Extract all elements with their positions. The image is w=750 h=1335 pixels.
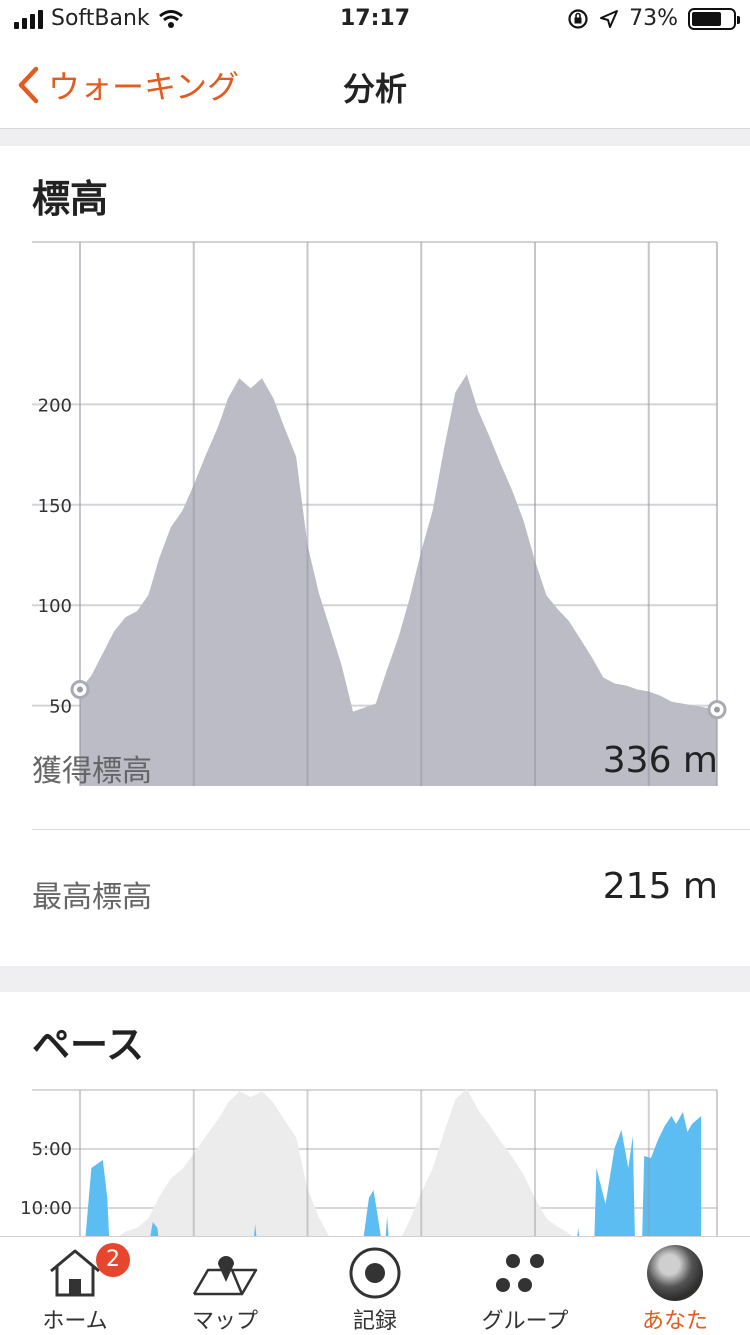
- endpoint-dot: [77, 686, 83, 693]
- max-elevation-value: 215 m: [602, 866, 718, 907]
- pace-area: [641, 1112, 702, 1248]
- pace-card: ペース 5:00 10:00: [0, 992, 750, 1252]
- y-tick-label: 200: [38, 395, 72, 416]
- tab-map[interactable]: マップ: [150, 1237, 300, 1335]
- record-icon: [349, 1247, 401, 1299]
- tab-you[interactable]: あなた: [600, 1237, 750, 1335]
- group-icon: [496, 1254, 544, 1292]
- status-bar: SoftBank 17:17 73%: [0, 0, 750, 44]
- status-right: 73%: [567, 6, 740, 31]
- max-elevation-label: 最高標高: [32, 880, 152, 915]
- pace-area: [84, 1160, 110, 1248]
- tab-map-label: マップ: [191, 1309, 258, 1334]
- elevation-title: 標高: [32, 177, 109, 221]
- location-arrow-icon: [600, 9, 619, 28]
- tab-group[interactable]: グループ: [450, 1237, 600, 1335]
- battery-icon: [688, 7, 740, 30]
- tab-record[interactable]: 記録: [300, 1237, 450, 1335]
- max-elevation-row: 最高標高 215 m: [32, 830, 750, 958]
- tab-group-label: グループ: [481, 1309, 569, 1334]
- battery-percent: 73%: [629, 6, 678, 31]
- y-tick-label: 10:00: [20, 1198, 72, 1219]
- elevation-gain-row: 獲得標高 336 m: [32, 704, 750, 832]
- tab-record-label: 記録: [352, 1309, 397, 1334]
- page-title: 分析: [342, 70, 407, 108]
- tab-home-label: ホーム: [42, 1309, 108, 1334]
- elevation-gain-label: 獲得標高: [32, 754, 152, 789]
- tab-you-label: あなた: [641, 1309, 708, 1334]
- pace-chart: 5:00 10:00: [20, 1088, 718, 1248]
- map-icon: [192, 1256, 258, 1296]
- home-icon: [50, 1249, 100, 1297]
- notification-badge: 2: [96, 1243, 130, 1277]
- y-tick-label: 100: [38, 596, 72, 617]
- rotation-lock-icon: [568, 8, 588, 29]
- y-tick-label: 150: [38, 496, 72, 517]
- pace-title: ペース: [32, 1023, 145, 1067]
- navigation-bar: ウォーキング 分析: [0, 44, 750, 129]
- avatar: [647, 1245, 703, 1301]
- y-tick-label: 5:00: [32, 1139, 72, 1160]
- tab-bar: 2 ホーム マップ 記録 グループ あなた: [0, 1236, 750, 1335]
- elevation-card: 標高 20015010050m km0.51.01.52.02.5 獲得標高 3…: [0, 146, 750, 966]
- elevation-gain-value: 336 m: [602, 740, 718, 781]
- tab-home[interactable]: 2 ホーム: [0, 1237, 150, 1335]
- elevation-chart: 20015010050m km0.51.01.52.02.5: [32, 241, 727, 786]
- pace-area: [594, 1130, 636, 1248]
